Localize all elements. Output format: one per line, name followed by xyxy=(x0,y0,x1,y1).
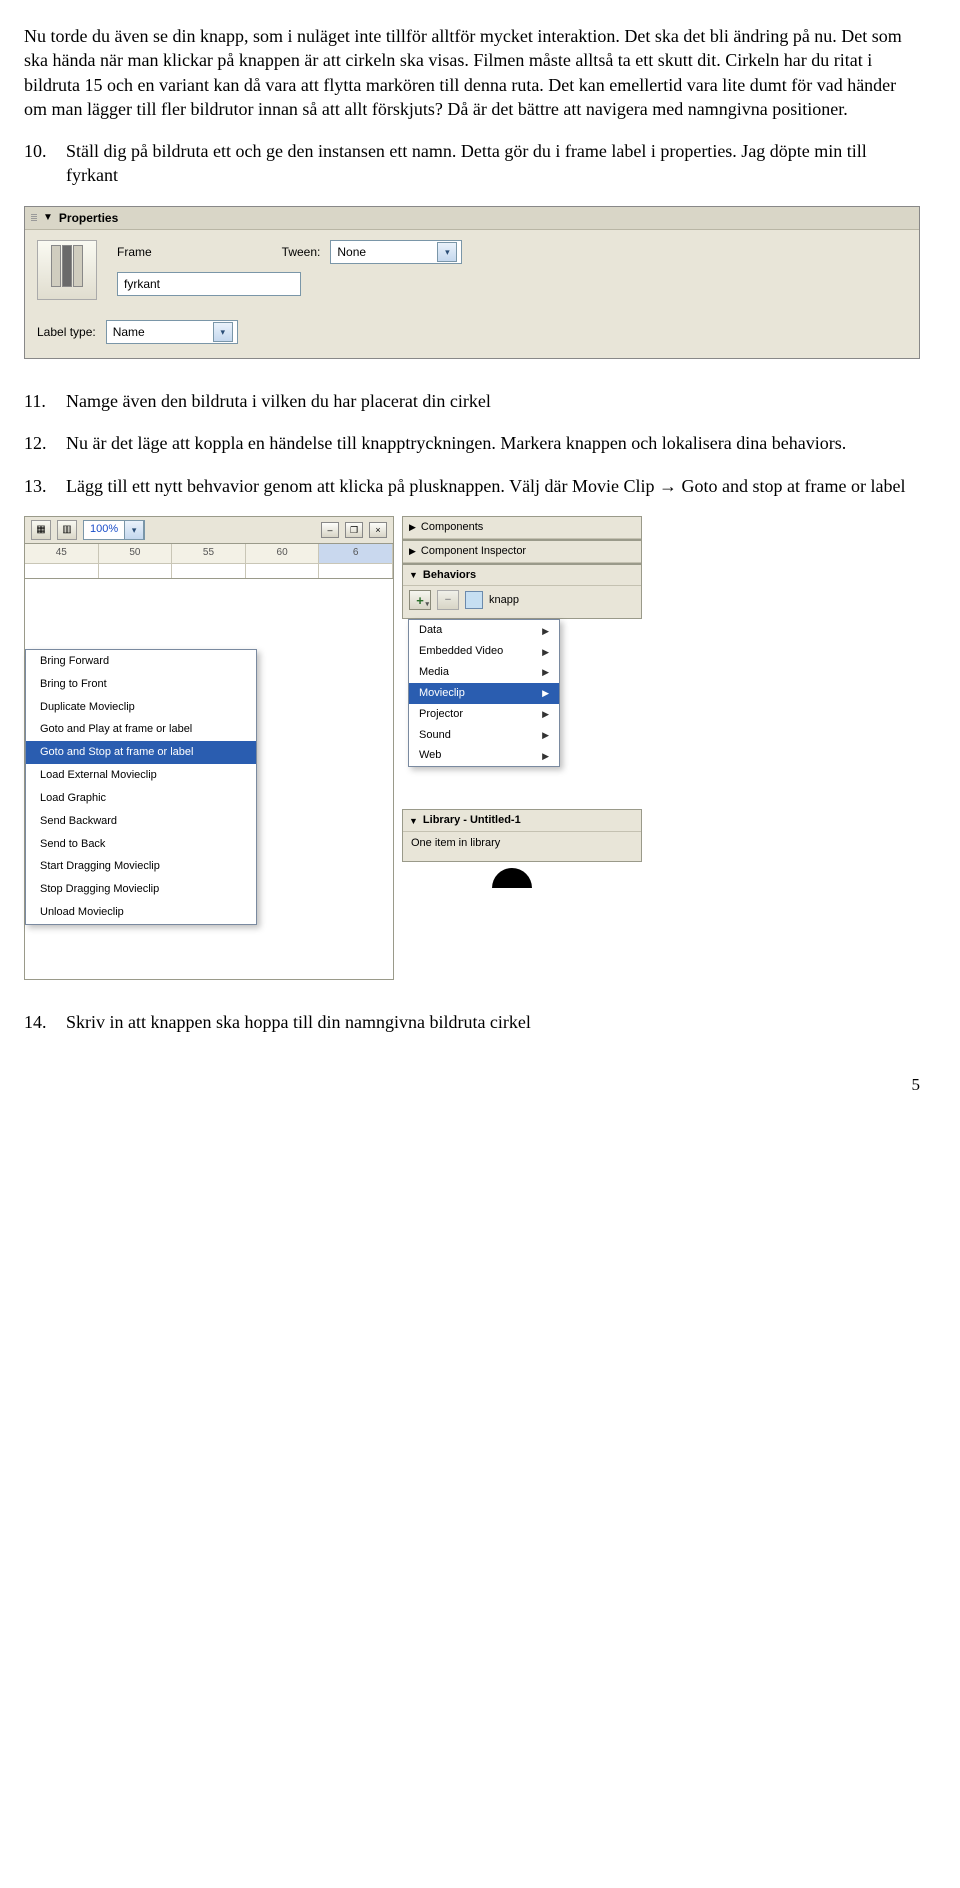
menu-item[interactable]: Embedded Video▶ xyxy=(409,641,559,662)
chevron-down-icon[interactable]: ▾ xyxy=(437,242,457,262)
tween-label: Tween: xyxy=(282,244,321,260)
properties-titlebar[interactable]: ▼ Properties xyxy=(25,207,919,230)
step-14: 14.Skriv in att knappen ska hoppa till d… xyxy=(24,1010,920,1034)
stage-canvas[interactable]: Bring Forward Bring to Front Duplicate M… xyxy=(24,579,394,980)
library-preview-shape xyxy=(492,868,532,888)
minimize-icon[interactable]: – xyxy=(321,522,339,538)
ruler-tick: 55 xyxy=(172,544,246,578)
components-panel[interactable]: ▶Components xyxy=(402,516,642,540)
behaviors-panel: ▼Behaviors + − knapp xyxy=(402,564,642,620)
behaviors-screenshot: ▦ ▥ 100% ▾ – ❐ × 45 50 55 60 6 Bring For… xyxy=(24,516,920,980)
zoom-dropdown[interactable]: 100% ▾ xyxy=(83,520,145,540)
movieclip-submenu: Bring Forward Bring to Front Duplicate M… xyxy=(25,649,257,925)
labeltype-label: Label type: xyxy=(37,324,96,340)
frame-label: Frame xyxy=(117,244,152,260)
step-11: 11.Namge även den bildruta i vilken du h… xyxy=(24,389,920,413)
menu-item[interactable]: Start Dragging Movieclip xyxy=(26,855,256,878)
chevron-down-icon[interactable]: ▾ xyxy=(213,322,233,342)
chevron-right-icon: ▶ xyxy=(542,708,549,720)
menu-item[interactable]: Stop Dragging Movieclip xyxy=(26,878,256,901)
ruler-tick: 6 xyxy=(319,544,393,578)
menu-item[interactable]: Bring Forward xyxy=(26,650,256,673)
timeline-ruler[interactable]: 45 50 55 60 6 xyxy=(24,544,394,579)
step-12: 12.Nu är det läge att koppla en händelse… xyxy=(24,431,920,455)
menu-item[interactable]: Bring to Front xyxy=(26,673,256,696)
restore-icon[interactable]: ❐ xyxy=(345,522,363,538)
collapse-triangle-icon[interactable]: ▼ xyxy=(43,211,53,225)
menu-item[interactable]: Web▶ xyxy=(409,745,559,766)
add-behavior-menu: Data▶ Embedded Video▶ Media▶ Movieclip▶ … xyxy=(408,619,560,767)
tween-dropdown[interactable]: None ▾ xyxy=(330,240,462,264)
step-13: 13.Lägg till ett nytt behvavior genom at… xyxy=(24,474,920,498)
chevron-right-icon: ▶ xyxy=(542,646,549,658)
menu-item-selected[interactable]: Movieclip▶ xyxy=(409,683,559,704)
drag-grip-icon xyxy=(31,214,37,221)
ruler-tick: 45 xyxy=(25,544,99,578)
button-symbol-icon xyxy=(465,591,483,609)
library-panel: ▼Library - Untitled-1 One item in librar… xyxy=(402,809,642,862)
menu-item[interactable]: Send Backward xyxy=(26,810,256,833)
properties-title: Properties xyxy=(59,210,118,226)
expand-triangle-icon[interactable]: ▶ xyxy=(409,545,416,557)
step-10: 10.Ställ dig på bildruta ett och ge den … xyxy=(24,139,920,188)
stage-icon[interactable]: ▦ xyxy=(31,520,51,540)
collapse-triangle-icon[interactable]: ▼ xyxy=(409,569,418,581)
menu-item[interactable]: Send to Back xyxy=(26,833,256,856)
stage-icon-2[interactable]: ▥ xyxy=(57,520,77,540)
expand-triangle-icon[interactable]: ▶ xyxy=(409,521,416,533)
properties-panel: ▼ Properties Frame Tween: None ▾ fyrkant xyxy=(24,206,920,359)
library-body: One item in library xyxy=(403,832,641,861)
chevron-right-icon: ▶ xyxy=(542,687,549,699)
menu-item[interactable]: Data▶ xyxy=(409,620,559,641)
menu-item[interactable]: Projector▶ xyxy=(409,704,559,725)
chevron-right-icon: ▶ xyxy=(542,625,549,637)
menu-item[interactable]: Unload Movieclip xyxy=(26,901,256,924)
document-topbar: ▦ ▥ 100% ▾ – ❐ × xyxy=(24,516,394,544)
labeltype-dropdown[interactable]: Name ▾ xyxy=(106,320,238,344)
menu-item[interactable]: Media▶ xyxy=(409,662,559,683)
menu-item[interactable]: Sound▶ xyxy=(409,725,559,746)
remove-behavior-button[interactable]: − xyxy=(437,590,459,610)
menu-item-selected[interactable]: Goto and Stop at frame or label xyxy=(26,741,256,764)
close-icon[interactable]: × xyxy=(369,522,387,538)
menu-item[interactable]: Load Graphic xyxy=(26,787,256,810)
page-number: 5 xyxy=(24,1074,920,1097)
chevron-right-icon: ▶ xyxy=(542,666,549,678)
frame-name-input[interactable]: fyrkant xyxy=(117,272,301,296)
frame-thumbnail-icon xyxy=(37,240,97,300)
add-behavior-button[interactable]: + xyxy=(409,590,431,610)
ruler-tick: 50 xyxy=(99,544,173,578)
chevron-right-icon: ▶ xyxy=(542,750,549,762)
menu-item[interactable]: Duplicate Movieclip xyxy=(26,696,256,719)
chevron-down-icon[interactable]: ▾ xyxy=(124,520,144,540)
chevron-right-icon: ▶ xyxy=(542,729,549,741)
menu-item[interactable]: Goto and Play at frame or label xyxy=(26,718,256,741)
behavior-target: knapp xyxy=(489,593,519,608)
intro-paragraph: Nu torde du även se din knapp, som i nul… xyxy=(24,24,920,121)
menu-item[interactable]: Load External Movieclip xyxy=(26,764,256,787)
ruler-tick: 60 xyxy=(246,544,320,578)
collapse-triangle-icon[interactable]: ▼ xyxy=(409,815,418,827)
component-inspector-panel[interactable]: ▶Component Inspector xyxy=(402,540,642,564)
